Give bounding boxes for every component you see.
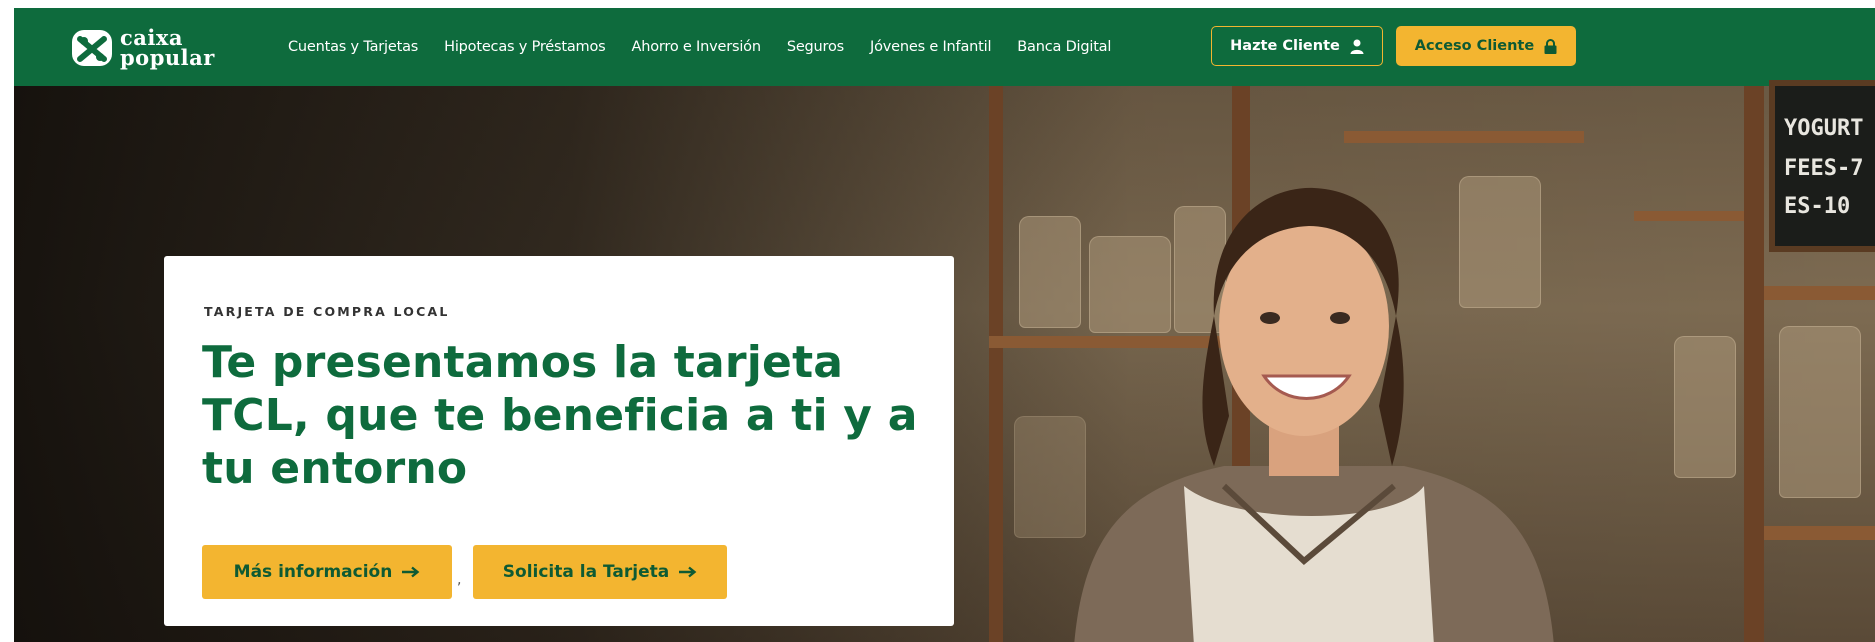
logo-mark-icon: [72, 30, 112, 66]
hero-headline: Te presentamos la tarjeta TCL, que te be…: [202, 337, 918, 494]
brand-logo[interactable]: caixa popular: [70, 22, 215, 74]
shelf-plank: [1764, 286, 1875, 300]
solicita-tarjeta-label: Solicita la Tarjeta: [502, 562, 670, 582]
chalkboard-text-2: FEES-7: [1784, 156, 1864, 181]
hero-banner: YOGURT FEES-7 ES-10 TARJETA DE COMPRA LO…: [14, 80, 1875, 642]
jar-image: [1019, 216, 1081, 328]
mas-informacion-label: Más información: [233, 562, 393, 582]
chalkboard-text-3: ES-10: [1784, 194, 1851, 219]
nav-item-hipotecas[interactable]: Hipotecas y Préstamos: [444, 39, 606, 55]
hero-card: TARJETA DE COMPRA LOCAL Te presentamos l…: [164, 256, 954, 626]
main-menu: Cuentas y Tarjetas Hipotecas y Préstamos…: [288, 8, 1137, 86]
jar-image: [1779, 326, 1861, 498]
brand-name: caixa popular: [120, 27, 215, 70]
nav-item-jovenes[interactable]: Jóvenes e Infantil: [870, 39, 991, 55]
lock-icon: [1544, 38, 1557, 54]
shelf-plank: [1764, 526, 1875, 540]
acceso-cliente-button[interactable]: Acceso Cliente: [1396, 26, 1576, 66]
shelf-plank: [1344, 131, 1584, 143]
cta-separator: ,: [457, 572, 462, 588]
shelf-post: [1744, 86, 1764, 642]
arrow-right-icon: [679, 566, 697, 578]
acceso-cliente-label: Acceso Cliente: [1414, 38, 1535, 54]
nav-item-cuentas[interactable]: Cuentas y Tarjetas: [288, 39, 418, 55]
jar-image: [1674, 336, 1736, 478]
hazte-cliente-label: Hazte Cliente: [1230, 38, 1340, 54]
user-icon: [1350, 39, 1364, 54]
shelf-plank: [1634, 211, 1754, 221]
chalkboard-text-1: YOGURT: [1784, 116, 1864, 141]
page-frame: caixa popular Cuentas y Tarjetas Hipotec…: [14, 8, 1875, 642]
hazte-cliente-button[interactable]: Hazte Cliente: [1211, 26, 1383, 66]
nav-item-ahorro[interactable]: Ahorro e Inversión: [632, 39, 762, 55]
arrow-right-icon: [402, 566, 420, 578]
mas-informacion-button[interactable]: Más información: [202, 545, 452, 599]
nav-item-seguros[interactable]: Seguros: [787, 39, 844, 55]
brand-line-2: popular: [120, 45, 215, 70]
shopkeeper-photo: [1074, 187, 1554, 642]
shelf-post: [989, 86, 1003, 642]
nav-item-banca-digital[interactable]: Banca Digital: [1017, 39, 1111, 55]
top-navbar: caixa popular Cuentas y Tarjetas Hipotec…: [14, 8, 1875, 86]
hero-eyebrow: TARJETA DE COMPRA LOCAL: [204, 304, 450, 319]
solicita-tarjeta-button[interactable]: Solicita la Tarjeta: [473, 545, 727, 599]
